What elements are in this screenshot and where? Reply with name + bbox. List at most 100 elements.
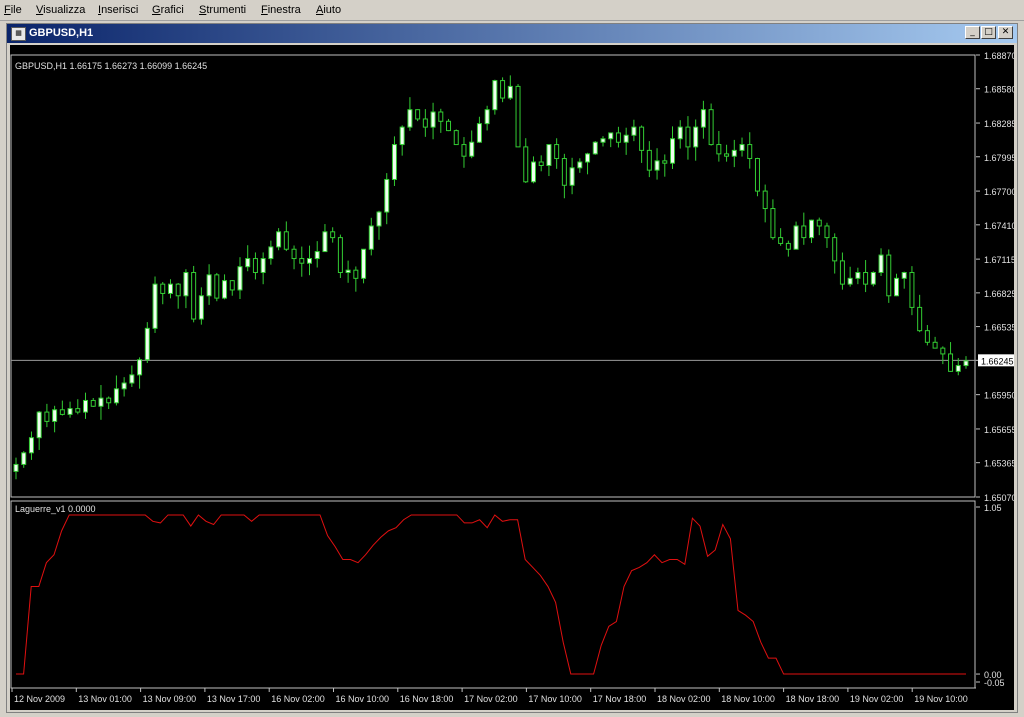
candle-body: [415, 109, 421, 120]
menu-file[interactable]: File: [4, 4, 22, 16]
oscillator-title: Laguerre_v1 0.0000: [15, 504, 96, 514]
time-tick-label: 13 Nov 17:00: [207, 694, 261, 704]
candle-body: [886, 254, 892, 297]
minimize-button[interactable]: _: [965, 26, 980, 39]
candle-body: [476, 123, 482, 143]
candle-body: [98, 397, 104, 407]
osc-tick-label: -0.05: [984, 678, 1005, 688]
candle-body: [662, 160, 668, 164]
chart-area[interactable]: 1.68870 1.68580 1.68285 1.67995 1.67700 1.674…: [10, 45, 1014, 710]
menu-strumenti[interactable]: Strumenti: [199, 4, 246, 16]
price-tick-label: 1.68870: [984, 51, 1014, 61]
price-tick-label: 1.67115: [984, 255, 1014, 265]
candle-body: [785, 242, 791, 250]
price-tick-label: 1.67995: [984, 153, 1014, 163]
candle-body: [113, 388, 119, 404]
menu-grafici[interactable]: Grafici: [152, 4, 184, 16]
candle-body: [538, 161, 544, 167]
price-tick-label: 1.65365: [984, 459, 1014, 469]
time-tick-label: 18 Nov 10:00: [721, 694, 775, 704]
candle-body: [855, 272, 861, 279]
candle-body: [252, 258, 258, 274]
candle-body: [52, 409, 58, 422]
candle-body: [90, 399, 96, 407]
candle-body: [299, 258, 305, 264]
candle-body: [222, 280, 228, 299]
candle-body: [330, 231, 336, 239]
price-tick-label: 1.67410: [984, 221, 1014, 231]
candle-body: [948, 353, 954, 372]
candle-body: [569, 167, 575, 186]
candle-body: [546, 144, 552, 166]
candle-body: [863, 272, 869, 285]
candle-body: [646, 149, 652, 171]
candle-body: [283, 231, 289, 250]
candle-body: [306, 258, 312, 264]
candle-body: [901, 272, 907, 279]
candle-body: [67, 408, 73, 415]
menu-aiuto[interactable]: Aiuto: [316, 4, 341, 16]
price-tick-label: 1.68580: [984, 85, 1014, 95]
candle-body: [137, 359, 143, 376]
maximize-button[interactable]: □: [981, 26, 996, 39]
time-tick-label: 12 Nov 2009: [14, 694, 65, 704]
candle-body: [917, 306, 923, 332]
candle-body: [677, 126, 683, 140]
time-tick-label: 13 Nov 09:00: [143, 694, 197, 704]
candle-body: [670, 138, 676, 164]
candle-body: [770, 208, 776, 239]
candle-body: [623, 134, 629, 143]
window-titlebar[interactable]: ▦ GBPUSD,H1 _ □ ✕: [7, 24, 1017, 43]
candle-body: [592, 141, 598, 155]
candle-body: [384, 178, 390, 213]
current-price-label: 1.66245: [981, 356, 1014, 366]
candle-body: [639, 126, 645, 151]
candle-body: [878, 254, 884, 274]
candle-body: [762, 190, 768, 210]
candle-body: [693, 126, 699, 148]
candle-body: [214, 274, 220, 299]
candle-body: [21, 452, 27, 465]
price-tick-label: 1.66535: [984, 323, 1014, 333]
candle-body: [422, 118, 428, 128]
candle-body: [724, 153, 730, 157]
candle-body: [121, 382, 127, 390]
candle-body: [453, 130, 459, 146]
candle-body: [924, 330, 930, 343]
price-tick-label: 1.66825: [984, 289, 1014, 299]
candle-body: [191, 272, 197, 320]
price-chart-svg[interactable]: 1.68870 1.68580 1.68285 1.67995 1.67700 1.674…: [10, 45, 1014, 710]
candle-body: [654, 160, 660, 171]
chart-window-icon: ▦: [11, 27, 26, 41]
candle-body: [801, 225, 807, 239]
window-title: GBPUSD,H1: [29, 27, 94, 39]
candle-body: [608, 132, 614, 140]
candle-body: [615, 132, 621, 143]
oscillator-panel-frame: [10, 500, 976, 689]
candle-body: [932, 341, 938, 349]
candle-body: [747, 144, 753, 160]
close-button[interactable]: ✕: [998, 26, 1013, 39]
candle-body: [106, 397, 112, 404]
candle-body: [438, 111, 444, 122]
menu-inserisci[interactable]: Inserisci: [98, 4, 138, 16]
candle-body: [206, 274, 212, 297]
menu-finestra[interactable]: Finestra: [261, 4, 301, 16]
candle-body: [940, 347, 946, 355]
candle-body: [175, 283, 181, 297]
menu-visualizza[interactable]: Visualizza: [36, 4, 85, 16]
osc-tick-label: 1.05: [984, 503, 1002, 513]
candle-body: [361, 248, 367, 279]
candle-body: [314, 251, 320, 260]
candle-body: [28, 437, 34, 454]
laguerre-line: [16, 514, 966, 675]
time-tick-label: 19 Nov 02:00: [850, 694, 904, 704]
candle-body: [523, 146, 529, 183]
candle-body: [461, 144, 467, 157]
price-tick-label: 1.67700: [984, 187, 1014, 197]
candle-body: [268, 246, 274, 260]
candle-body: [276, 231, 282, 248]
candle-body: [909, 272, 915, 308]
candle-body: [345, 269, 351, 274]
candle-body: [731, 149, 737, 157]
